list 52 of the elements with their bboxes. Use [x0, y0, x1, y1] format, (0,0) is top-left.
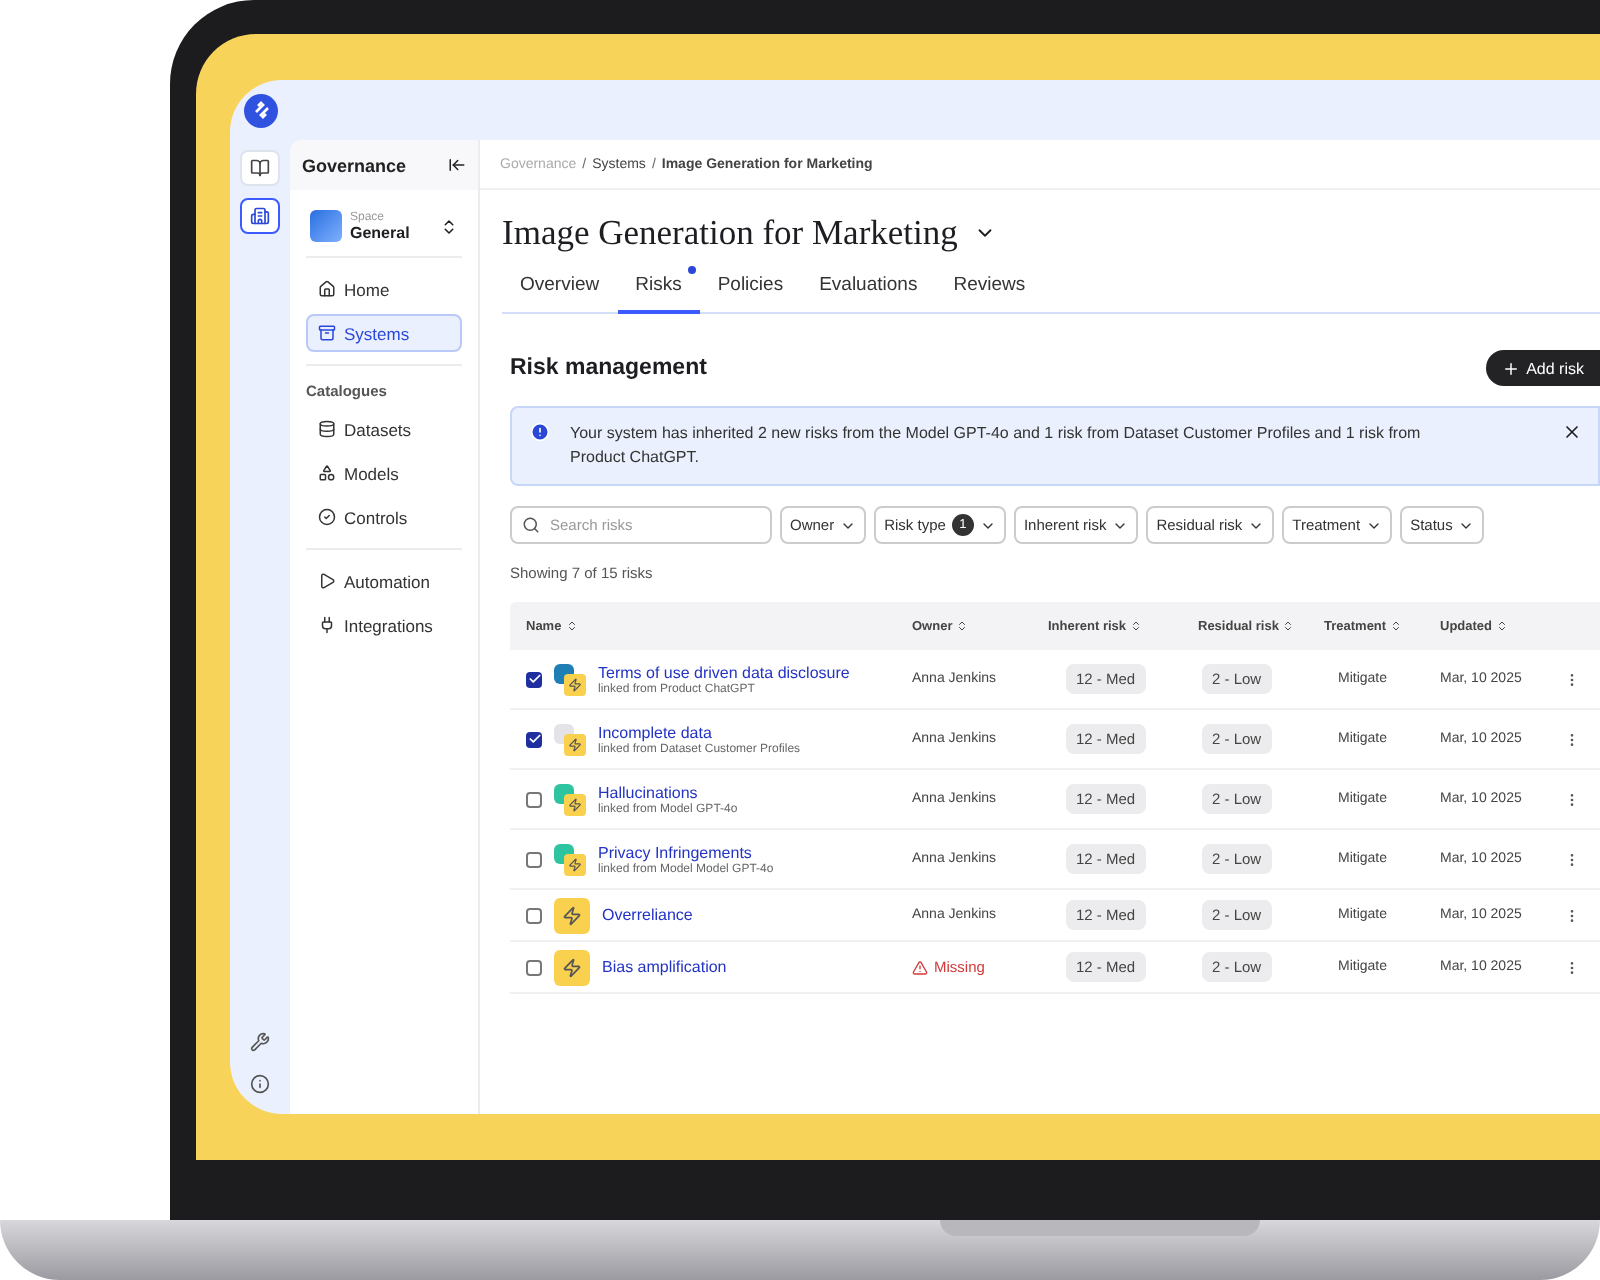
plug-icon [318, 616, 336, 634]
check-circle-icon [318, 508, 336, 526]
row-checkbox[interactable] [526, 731, 542, 747]
banner-text: Your system has inherited 2 new risks from the Model GPT-4o and 1 risk from Dataset Customer Profiles and 1 risk from Product ChatGPT. [570, 422, 1423, 470]
nav-item[interactable]: Systems [306, 314, 462, 352]
row-checkbox[interactable] [526, 959, 542, 975]
row-checkbox[interactable] [526, 851, 542, 867]
lightning-icon [554, 897, 590, 933]
space-name[interactable]: General [350, 223, 432, 241]
warning-icon [912, 959, 928, 975]
risk-link[interactable]: Overreliance [602, 906, 693, 924]
row-checkbox[interactable] [526, 671, 542, 687]
search-icon [522, 516, 540, 534]
row-checkbox[interactable] [526, 907, 542, 923]
tab[interactable]: Policies [699, 264, 802, 314]
nav-item[interactable]: Integrations [306, 606, 462, 644]
building-icon[interactable] [240, 198, 280, 234]
row-checkbox[interactable] [526, 791, 542, 807]
shapes-icon [318, 464, 336, 482]
tray-icon [318, 324, 336, 342]
play-icon [318, 572, 336, 590]
nav-item[interactable]: Automation [306, 562, 462, 600]
collapse-icon[interactable] [448, 156, 466, 174]
risk-link[interactable]: Privacy Infringements [598, 843, 774, 861]
risk-link[interactable]: Hallucinations [598, 783, 738, 801]
tools-icon[interactable] [250, 1032, 270, 1052]
nav-item[interactable]: Models [306, 454, 462, 492]
nav-item[interactable]: Home [306, 270, 462, 308]
risk-link[interactable]: Terms of use driven data disclosure [598, 663, 850, 681]
nav-item[interactable]: Datasets [306, 410, 462, 448]
nav-item[interactable]: Controls [306, 498, 462, 536]
add-risk-button[interactable]: Add risk [1486, 350, 1600, 386]
tab[interactable]: Overview [502, 264, 618, 314]
space-avatar [310, 210, 342, 242]
alert-icon [530, 422, 550, 442]
risk-link[interactable]: Bias amplification [602, 958, 727, 976]
database-icon [318, 420, 336, 438]
section-title: Risk management [510, 356, 707, 380]
sidebar-title: Governance [302, 155, 407, 175]
logo-icon[interactable] [244, 93, 278, 127]
tab[interactable]: Risks [617, 264, 700, 314]
info-icon[interactable] [250, 1074, 270, 1094]
close-icon[interactable] [1562, 422, 1582, 442]
tab[interactable]: Evaluations [801, 264, 936, 314]
page-title: Image Generation for Marketing [502, 212, 958, 254]
home-icon [318, 280, 336, 298]
lightning-icon [554, 949, 590, 985]
book-icon[interactable] [240, 150, 280, 186]
tab[interactable]: Reviews [935, 264, 1044, 314]
chevron-icon[interactable] [440, 217, 458, 235]
risk-link[interactable]: Incomplete data [598, 723, 801, 741]
plus-icon [1502, 359, 1521, 377]
